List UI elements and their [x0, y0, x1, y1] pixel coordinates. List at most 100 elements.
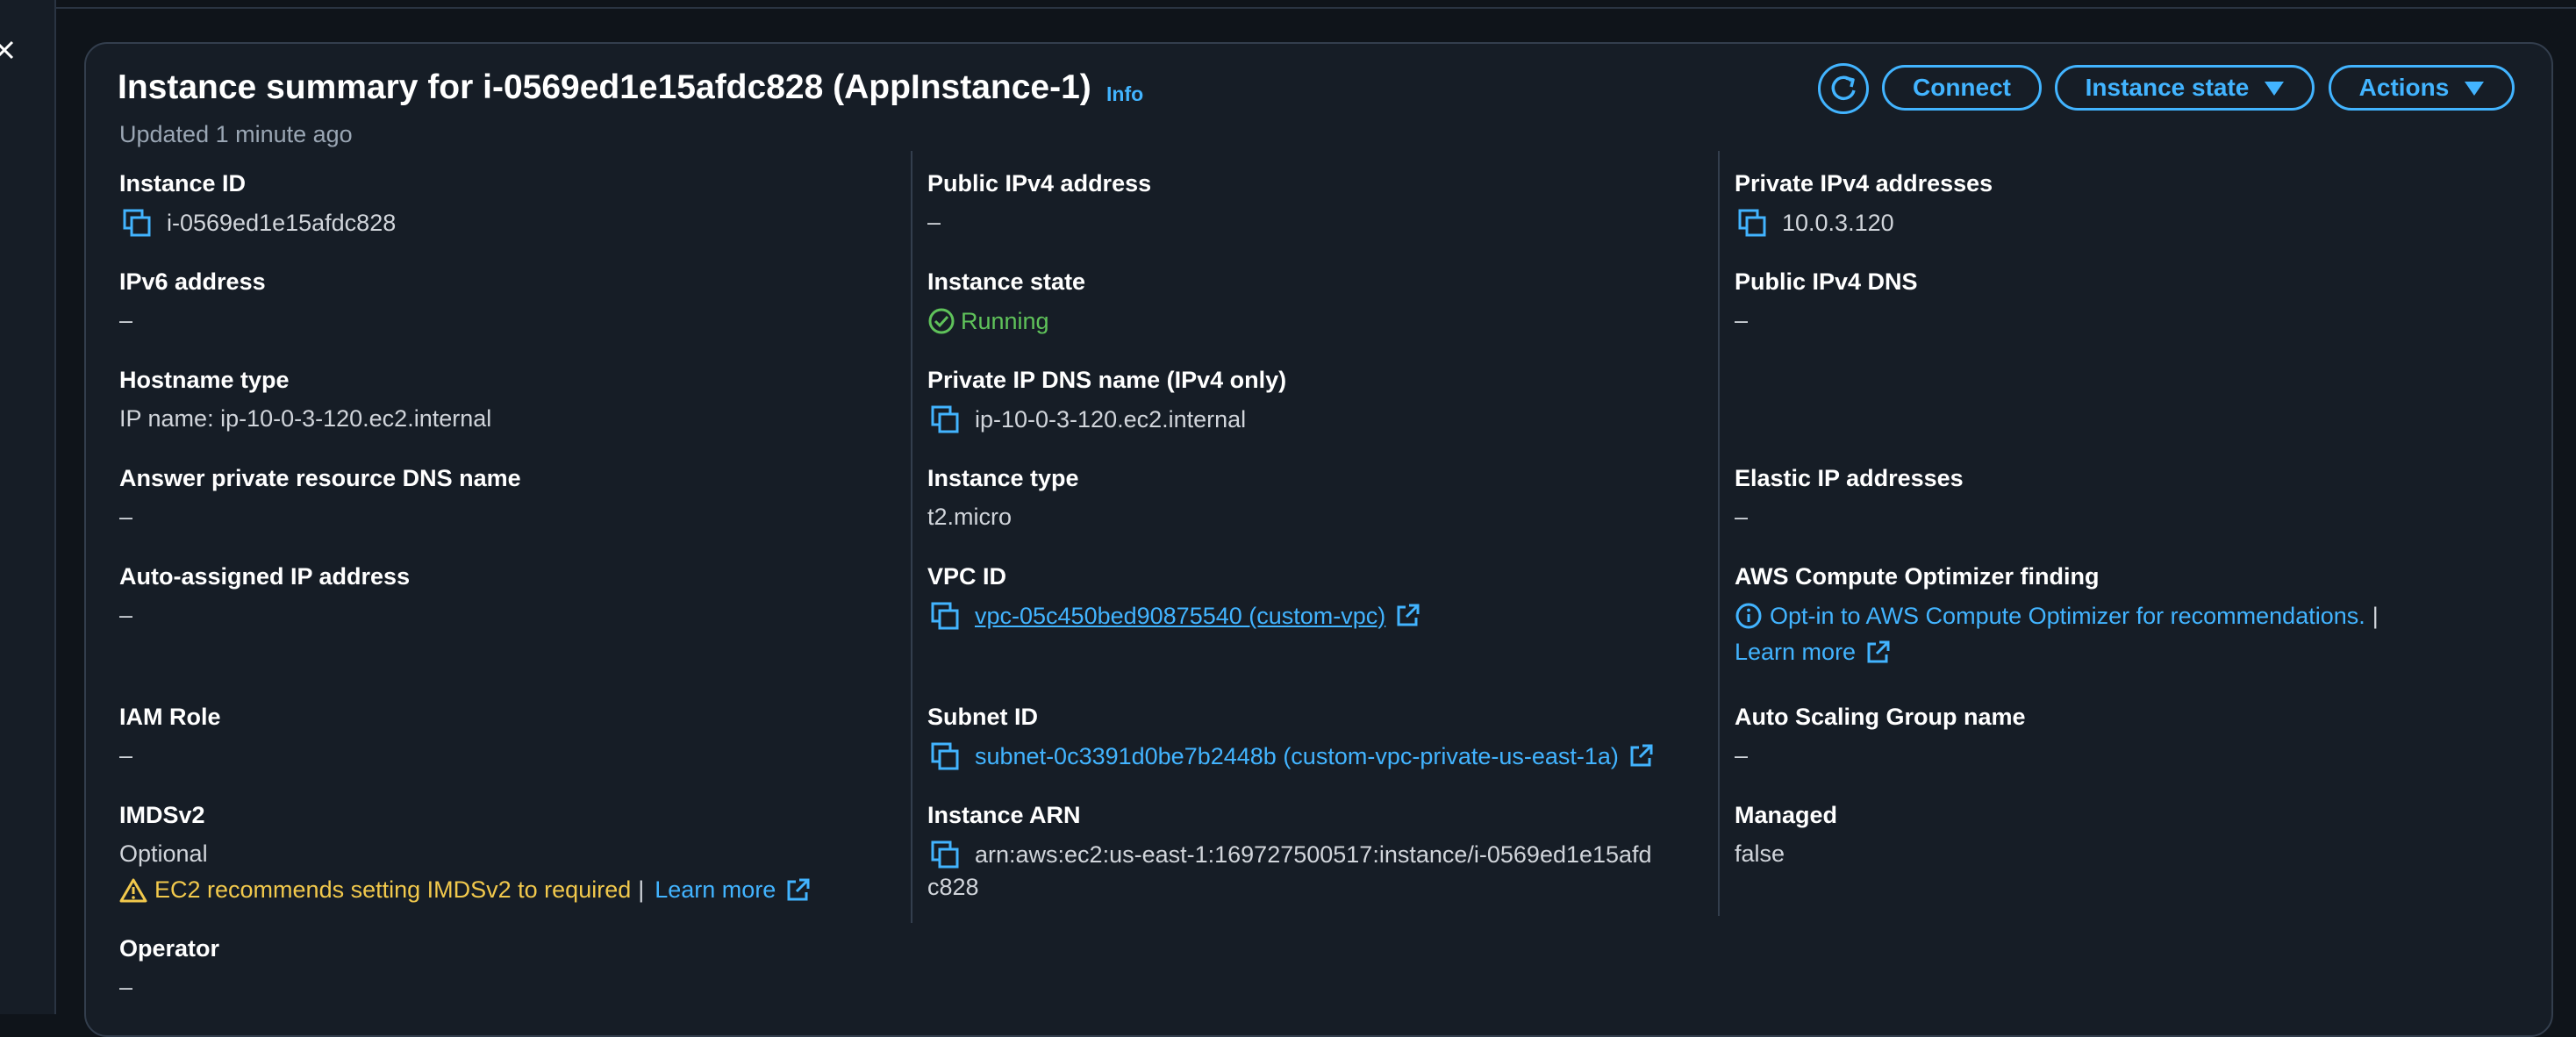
refresh-icon — [1831, 75, 1856, 101]
field-value: 10.0.3.120 — [1735, 209, 1993, 237]
external-link-icon[interactable] — [1394, 603, 1420, 629]
check-circle-icon — [928, 308, 955, 334]
external-link-icon[interactable] — [784, 877, 811, 904]
field-label: Operator — [119, 935, 220, 962]
public-ipv4-field: Public IPv4 address – — [927, 170, 1151, 236]
field-label: Hostname type — [119, 367, 290, 393]
answer-dns-field: Answer private resource DNS name – — [119, 465, 521, 531]
field-label: Auto Scaling Group name — [1735, 704, 2026, 730]
field-value: – — [119, 602, 133, 628]
field-label: Private IP DNS name (IPv4 only) — [927, 367, 1287, 393]
instance-arn-value: arn:aws:ec2:us-east-1:169727500517:insta… — [975, 840, 1652, 868]
info-link[interactable]: Info — [1106, 82, 1143, 106]
top-border — [0, 0, 2576, 9]
field-value: subnet-0c3391d0be7b2448b (custom-vpc-pri… — [927, 742, 1654, 770]
field-value: – — [927, 209, 941, 235]
copy-icon[interactable] — [1738, 209, 1768, 237]
asg-field: Auto Scaling Group name – — [1735, 704, 2026, 769]
optimizer-opt-in-link[interactable]: Opt-in to AWS Compute Optimizer for reco… — [1770, 603, 2365, 630]
instance-state-button[interactable]: Instance state — [2055, 65, 2315, 111]
info-circle-icon — [1735, 603, 1762, 629]
field-value: vpc-05c450bed90875540 (custom-vpc) — [927, 602, 1420, 630]
field-value: Running — [927, 307, 1085, 335]
instance-arn-field: Instance ARN arn:aws:ec2:us-east-1:16972… — [927, 802, 1652, 901]
elastic-ip-field: Elastic IP addresses – — [1735, 465, 1964, 531]
field-label: IMDSv2 — [119, 802, 205, 828]
auto-ip-field: Auto-assigned IP address – — [119, 563, 410, 629]
instance-arn-value-cont: c828 — [927, 874, 979, 900]
external-link-icon[interactable] — [1628, 743, 1654, 769]
hostname-type-field: Hostname type IP name: ip-10-0-3-120.ec2… — [119, 367, 491, 433]
field-value: Optional — [119, 840, 208, 867]
optimizer-learn-row: Learn more — [1735, 639, 2389, 666]
field-label: Elastic IP addresses — [1735, 465, 1964, 491]
imdsv2-field: IMDSv2 Optional EC2 recommends setting I… — [119, 802, 811, 904]
field-label: Managed — [1735, 802, 1838, 828]
field-label: AWS Compute Optimizer finding — [1735, 563, 2100, 590]
close-icon[interactable] — [0, 40, 14, 60]
instance-id-value: i-0569ed1e15afdc828 — [167, 209, 397, 236]
left-rail — [0, 0, 56, 1014]
ipv6-field: IPv6 address – — [119, 268, 266, 334]
managed-field: Managed false — [1735, 802, 1837, 868]
field-value: Opt-in to AWS Compute Optimizer for reco… — [1735, 602, 2389, 630]
field-value: – — [1735, 307, 1749, 333]
field-value: ip-10-0-3-120.ec2.internal — [927, 405, 1286, 433]
field-value: i-0569ed1e15afdc828 — [119, 209, 396, 237]
private-dns-field: Private IP DNS name (IPv4 only) ip-10-0-… — [927, 367, 1286, 433]
field-label: Subnet ID — [927, 704, 1038, 730]
updated-timestamp: Updated 1 minute ago — [119, 121, 353, 147]
field-label: IAM Role — [119, 704, 221, 730]
instance-state-value: Running — [961, 307, 1049, 334]
imdsv2-learn-more-link[interactable]: Learn more — [655, 876, 776, 904]
refresh-button[interactable] — [1818, 63, 1869, 114]
copy-icon[interactable] — [931, 602, 961, 630]
compute-optimizer-field: AWS Compute Optimizer finding Opt-in to … — [1735, 563, 2389, 666]
instance-state-field: Instance state Running — [927, 268, 1085, 335]
field-value: false — [1735, 840, 1785, 867]
imdsv2-warning-row: EC2 recommends setting IMDSv2 to require… — [119, 876, 811, 904]
field-value: – — [119, 742, 133, 769]
instance-state-label: Instance state — [2085, 74, 2250, 101]
field-label: Instance ID — [119, 170, 247, 197]
field-label: Auto-assigned IP address — [119, 563, 411, 590]
column-divider — [911, 151, 912, 923]
field-value: – — [119, 974, 133, 1000]
connect-label: Connect — [1913, 74, 2011, 101]
copy-icon[interactable] — [931, 405, 961, 433]
field-value: – — [1735, 504, 1749, 530]
field-value: – — [119, 307, 133, 333]
subnet-id-field: Subnet ID subnet-0c3391d0be7b2448b (cust… — [927, 704, 1654, 770]
separator: | — [638, 876, 645, 903]
private-ipv4-field: Private IPv4 addresses 10.0.3.120 — [1735, 170, 1993, 237]
operator-field: Operator – — [119, 935, 219, 1001]
imdsv2-warning-text: EC2 recommends setting IMDSv2 to require… — [154, 876, 632, 903]
caret-down-icon — [2465, 82, 2485, 96]
private-ipv4-value: 10.0.3.120 — [1782, 209, 1894, 236]
field-label: Instance state — [927, 268, 1086, 295]
field-value: arn:aws:ec2:us-east-1:169727500517:insta… — [927, 840, 1652, 869]
field-value: – — [1735, 742, 1749, 769]
vpc-id-link[interactable]: vpc-05c450bed90875540 (custom-vpc) — [975, 603, 1385, 630]
caret-down-icon — [2265, 82, 2285, 96]
public-dns-field: Public IPv4 DNS – — [1735, 268, 1918, 334]
connect-button[interactable]: Connect — [1882, 65, 2042, 111]
copy-icon[interactable] — [123, 209, 153, 237]
external-link-icon[interactable] — [1864, 640, 1891, 666]
optimizer-learn-more-link[interactable]: Learn more — [1735, 639, 1856, 666]
field-label: Instance ARN — [927, 802, 1081, 828]
instance-id-field: Instance ID i-0569ed1e15afdc828 — [119, 170, 396, 237]
warning-icon — [119, 878, 147, 902]
copy-icon[interactable] — [931, 840, 961, 869]
field-label: IPv6 address — [119, 268, 266, 295]
field-label: Answer private resource DNS name — [119, 465, 521, 491]
separator: | — [2372, 602, 2379, 629]
iam-role-field: IAM Role – — [119, 704, 221, 769]
subnet-id-link[interactable]: subnet-0c3391d0be7b2448b (custom-vpc-pri… — [975, 743, 1619, 770]
copy-icon[interactable] — [931, 742, 961, 770]
actions-button[interactable]: Actions — [2329, 65, 2515, 111]
field-label: Instance type — [927, 465, 1079, 491]
page-title: Instance summary for i-0569ed1e15afdc828… — [118, 68, 1091, 106]
field-label: Private IPv4 addresses — [1735, 170, 1993, 197]
instance-type-field: Instance type t2.micro — [927, 465, 1079, 531]
